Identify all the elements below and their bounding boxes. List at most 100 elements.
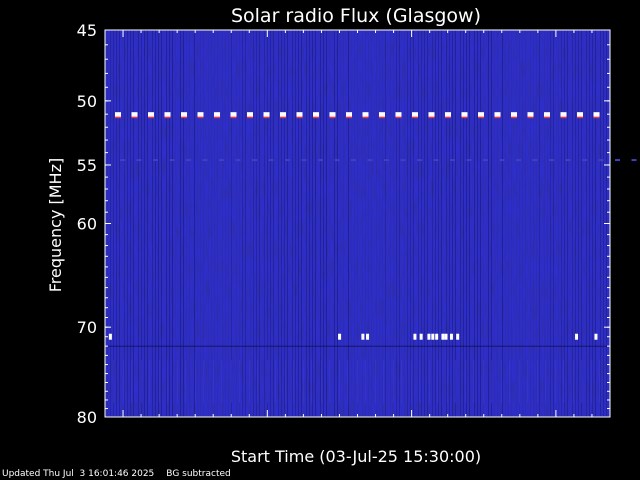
emission-mark <box>516 159 521 162</box>
emission-mark <box>280 112 286 117</box>
noise-stripe <box>474 30 475 417</box>
noise-stripe <box>525 30 526 417</box>
emission-mark <box>456 333 460 340</box>
noise-stripe <box>410 30 411 417</box>
noise-stripe <box>469 30 470 417</box>
noise-stripe <box>211 30 212 417</box>
noise-stripe <box>208 30 209 417</box>
noise-stripe <box>195 360 197 403</box>
noise-stripe <box>561 30 562 417</box>
emission-mark <box>395 116 402 119</box>
noise-stripe <box>429 360 431 403</box>
noise-stripe <box>449 30 450 417</box>
emission-mark <box>577 116 583 119</box>
noise-stripe <box>511 30 512 417</box>
y-tick-label: 45 <box>77 21 97 40</box>
emission-mark <box>593 112 600 117</box>
emission-mark <box>478 112 484 117</box>
noise-stripe <box>465 360 467 403</box>
noise-stripe <box>144 30 145 417</box>
noise-stripe <box>473 360 475 403</box>
noise-stripe <box>213 360 215 403</box>
noise-stripe <box>376 30 377 417</box>
emission-mark <box>431 333 435 340</box>
noise-stripe <box>581 360 583 403</box>
emission-mark <box>280 116 286 119</box>
emission-mark <box>565 159 571 162</box>
noise-stripe <box>505 30 506 417</box>
emission-mark <box>197 116 204 119</box>
noise-stripe <box>399 30 400 417</box>
emission-mark <box>164 116 171 119</box>
updated-timestamp: Updated Thu Jul 3 16:01:46 2025 <box>2 469 155 479</box>
emission-mark <box>428 112 435 117</box>
noise-stripe <box>432 30 433 417</box>
emission-mark <box>153 159 158 162</box>
noise-stripe <box>312 30 313 417</box>
emission-mark <box>252 159 257 162</box>
noise-stripe <box>159 360 161 403</box>
noise-stripe <box>214 30 215 417</box>
emission-mark <box>544 112 550 117</box>
emission-mark <box>367 159 373 162</box>
noise-stripe <box>161 30 162 417</box>
noise-stripe <box>152 30 153 417</box>
noise-stripe <box>418 30 419 417</box>
noise-stripe <box>483 30 484 417</box>
noise-stripe <box>383 360 385 403</box>
noise-stripe <box>278 30 279 417</box>
emission-mark <box>412 112 418 117</box>
noise-stripe <box>149 360 151 403</box>
noise-stripe <box>563 360 565 403</box>
noise-stripe <box>545 360 547 403</box>
noise-stripe <box>197 30 198 417</box>
noise-stripe <box>396 30 397 417</box>
noise-stripe <box>522 30 523 417</box>
noise-stripe <box>267 360 269 403</box>
noise-stripe <box>401 360 403 403</box>
noise-stripe <box>421 30 422 417</box>
emission-mark <box>131 116 138 119</box>
noise-stripe <box>419 360 421 403</box>
emission-mark <box>108 333 112 340</box>
emission-mark <box>400 159 406 162</box>
noise-stripe <box>351 30 352 417</box>
x-axis-label: Start Time (03-Jul-25 15:30:00) <box>231 447 481 466</box>
emission-mark <box>615 159 620 162</box>
emission-mark <box>296 116 303 119</box>
emission-mark <box>395 112 402 117</box>
emission-mark <box>247 112 253 117</box>
noise-stripe <box>236 30 237 417</box>
chart-title: Solar radio Flux (Glasgow) <box>231 5 481 27</box>
noise-stripe <box>477 30 478 417</box>
noise-stripe <box>558 30 559 417</box>
noise-stripe <box>424 30 425 417</box>
noise-stripe <box>329 30 330 417</box>
emission-mark <box>131 112 138 117</box>
noise-stripe <box>460 30 461 417</box>
noise-stripe <box>544 30 545 417</box>
noise-stripe <box>270 30 271 417</box>
noise-stripe <box>447 360 449 403</box>
noise-stripe <box>172 30 173 417</box>
noise-stripe <box>175 30 176 417</box>
noise-stripe <box>285 360 287 403</box>
emission-mark <box>428 116 435 119</box>
noise-stripe <box>147 30 148 417</box>
emission-mark <box>346 112 352 117</box>
noise-stripe <box>455 30 456 417</box>
noise-stripe <box>404 30 405 417</box>
emission-mark <box>544 116 550 119</box>
noise-stripe <box>203 360 205 403</box>
noise-stripe <box>357 360 359 403</box>
noise-stripe <box>509 360 511 403</box>
emission-mark <box>445 116 451 119</box>
noise-stripe <box>189 30 190 417</box>
noise-stripe <box>390 30 391 417</box>
emission-mark <box>296 112 303 117</box>
noise-stripe <box>385 30 386 417</box>
noise-stripe <box>519 30 520 417</box>
noise-stripe <box>347 360 349 403</box>
emission-mark <box>419 333 423 340</box>
noise-stripe <box>141 360 143 403</box>
